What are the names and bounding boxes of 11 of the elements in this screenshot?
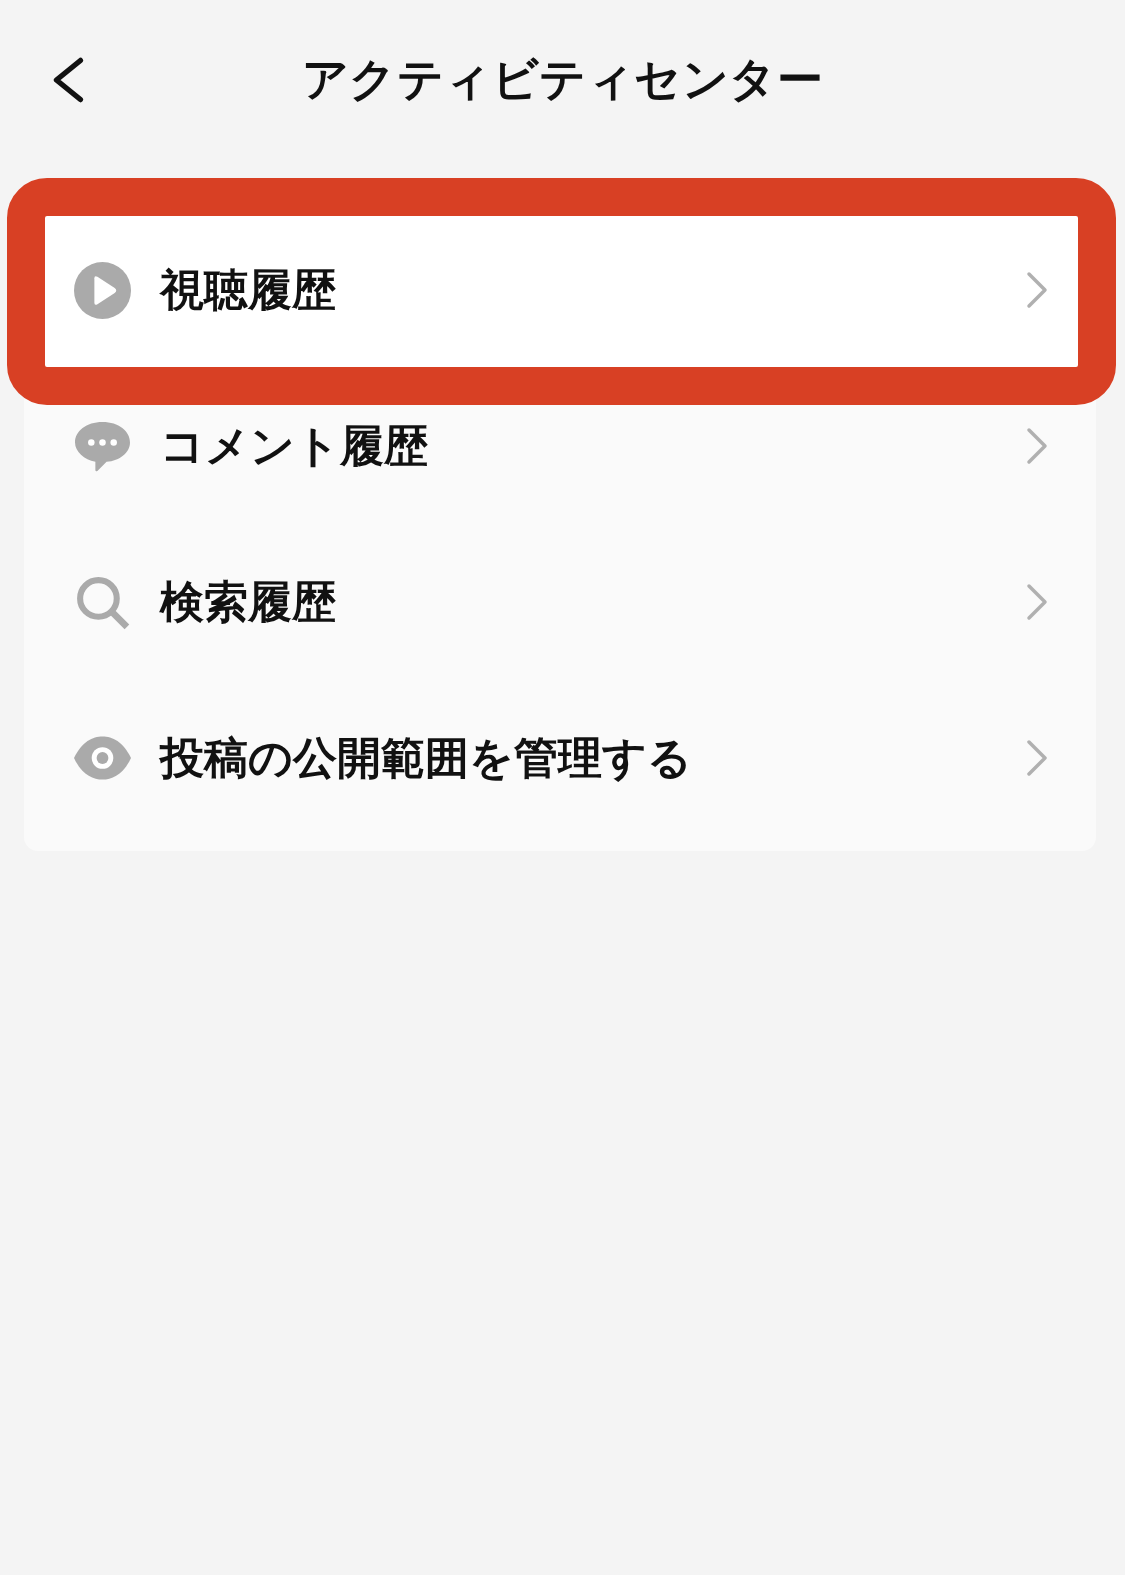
chevron-right-icon [1026,271,1048,309]
chevron-left-icon [52,56,84,104]
play-icon [74,261,131,319]
eye-icon [74,735,131,781]
chevron-right-icon [1026,739,1048,777]
chevron-right-icon [1026,583,1048,621]
menu-item[interactable]: コメント履歴 [24,368,1096,524]
page-title: アクティビティセンター [301,51,824,108]
menu-item[interactable]: 検索履歴 [24,524,1096,680]
chevron-right-icon [1026,427,1048,465]
menu-item[interactable]: 投稿の公開範囲を管理する [24,680,1096,836]
